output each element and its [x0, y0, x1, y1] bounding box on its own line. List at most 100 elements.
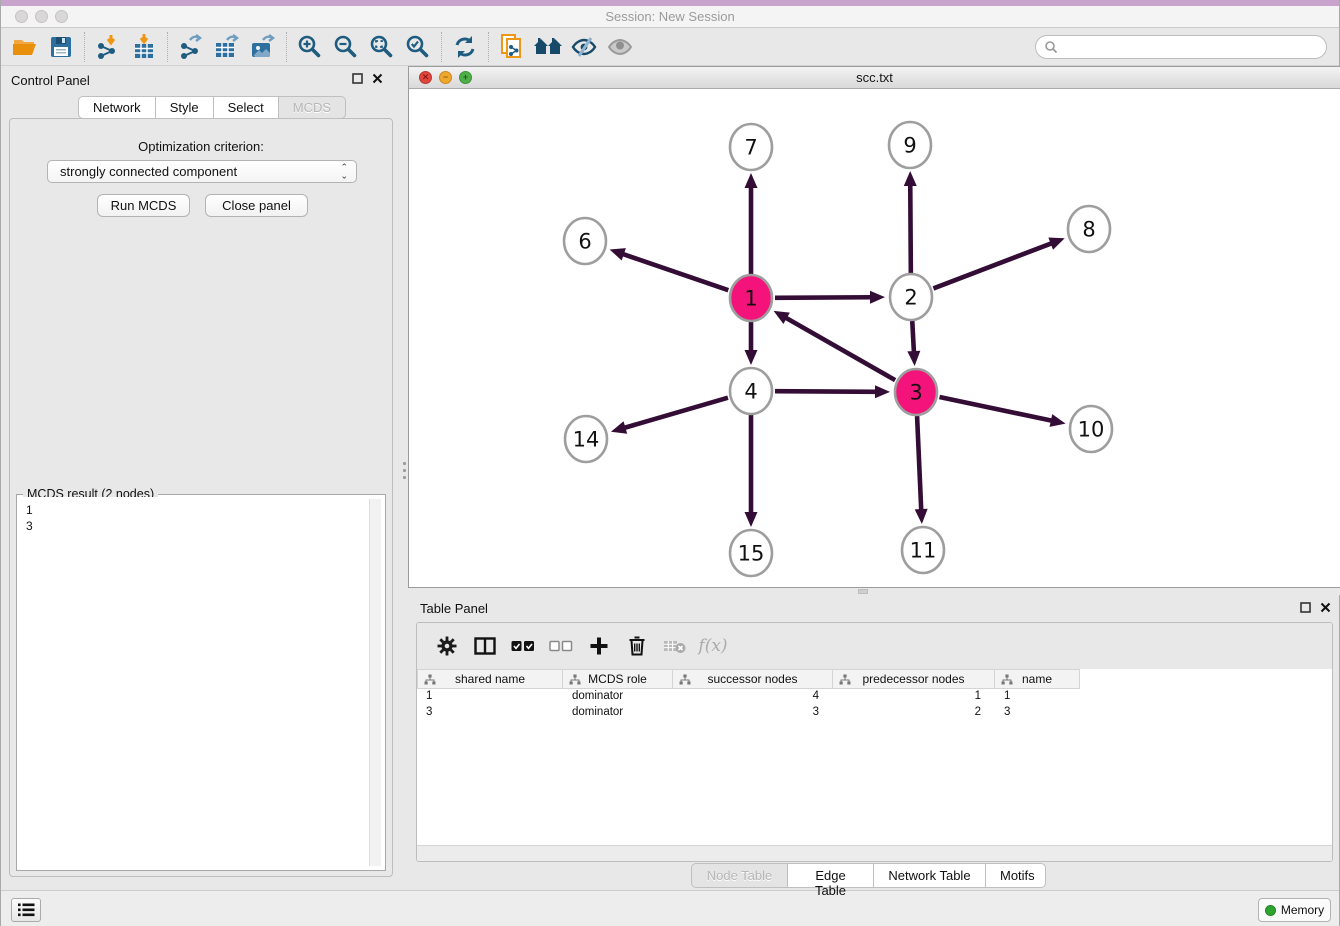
create-column-button[interactable]	[580, 629, 618, 663]
criterion-dropdown[interactable]: strongly connected component ⌃⌃	[47, 160, 357, 183]
table-row[interactable]: 3dominator323	[417, 705, 1332, 721]
duplicate-network-icon	[500, 33, 524, 61]
memory-button[interactable]: Memory	[1258, 898, 1331, 922]
table-cell[interactable]: 3	[995, 705, 1080, 721]
toggle-panes-button[interactable]	[466, 629, 504, 663]
export-table-icon	[213, 34, 241, 60]
delete-table-button[interactable]	[656, 629, 694, 663]
tab-mcds[interactable]: MCDS	[279, 96, 346, 119]
run-mcds-button[interactable]: Run MCDS	[97, 194, 190, 217]
table-cell[interactable]: 1	[417, 689, 563, 705]
result-line: 1	[26, 502, 381, 518]
graph-edge-2-9[interactable]	[910, 184, 911, 273]
import-network-button[interactable]	[90, 31, 126, 63]
tab-style[interactable]: Style	[156, 96, 214, 119]
tab-edge-table[interactable]: Edge Table	[788, 863, 874, 888]
close-panel-icon[interactable]	[372, 73, 383, 84]
export-network-button[interactable]	[173, 31, 209, 63]
close-panel-button[interactable]: Close panel	[205, 194, 308, 217]
open-session-button[interactable]	[7, 31, 43, 63]
graph-node-label: 10	[1078, 417, 1105, 441]
zoom-in-button[interactable]	[292, 31, 328, 63]
table-scrollbar-strip[interactable]	[417, 845, 1332, 861]
table-cell[interactable]: 3	[417, 705, 563, 721]
tab-motifs[interactable]: Motifs	[986, 863, 1046, 888]
float-panel-icon[interactable]	[1300, 602, 1311, 613]
select-all-columns-button[interactable]	[504, 629, 542, 663]
close-panel-icon[interactable]	[1320, 602, 1331, 613]
mcds-result-group: MCDS result (2 nodes) 1 3	[16, 494, 386, 871]
table-toolbar: f(x)	[417, 623, 1332, 669]
graph-node-label: 11	[910, 538, 937, 562]
splitter-handle[interactable]	[403, 462, 406, 483]
column-header-MCDS-role[interactable]: MCDS role	[563, 669, 673, 689]
graph-edge-2-8[interactable]	[933, 243, 1052, 289]
column-header-name[interactable]: name	[995, 669, 1080, 689]
unselect-all-columns-button[interactable]	[542, 629, 580, 663]
function-builder-button[interactable]: f(x)	[694, 629, 732, 663]
tab-network-table[interactable]: Network Table	[874, 863, 986, 888]
zoom-selected-icon	[405, 34, 431, 60]
table-cell[interactable]: 3	[673, 705, 833, 721]
memory-label: Memory	[1281, 903, 1324, 917]
homes-icon	[533, 36, 563, 58]
network-canvas[interactable]: 7968124314101511	[409, 89, 1340, 587]
toolbar-separator	[286, 32, 287, 62]
column-header-predecessor-nodes[interactable]: predecessor nodes	[833, 669, 995, 689]
status-bar: Memory	[1, 890, 1339, 926]
column-header-shared-name[interactable]: shared name	[417, 669, 563, 689]
export-image-button[interactable]	[245, 31, 281, 63]
zoom-out-button[interactable]	[328, 31, 364, 63]
network-window: ✕ − + scc.txt 7968124314101511	[408, 66, 1340, 588]
tab-select[interactable]: Select	[214, 96, 279, 119]
graph-edge-3-10[interactable]	[939, 397, 1052, 421]
node-table-panel: f(x) shared nameMCDS rolesuccessor nodes…	[416, 622, 1333, 862]
horizontal-splitter[interactable]	[408, 588, 1340, 595]
table-cell[interactable]: dominator	[563, 705, 673, 721]
graph-edge-1-2[interactable]	[775, 297, 872, 298]
tab-network[interactable]: Network	[78, 96, 156, 119]
task-history-button[interactable]	[11, 898, 41, 922]
graph-edge-4-3[interactable]	[775, 391, 877, 392]
vertical-splitter[interactable]	[401, 66, 408, 890]
table-row[interactable]: 1dominator411	[417, 689, 1332, 705]
graph-edge-3-11[interactable]	[917, 416, 921, 511]
zoom-in-icon	[297, 34, 323, 60]
table-cell[interactable]: 1	[995, 689, 1080, 705]
graph-edge-4-14[interactable]	[623, 398, 728, 428]
zoom-fit-button[interactable]	[364, 31, 400, 63]
plus-icon	[589, 636, 609, 656]
float-panel-icon[interactable]	[352, 73, 363, 84]
result-scrollbar[interactable]	[369, 499, 381, 866]
graph-edge-3-1[interactable]	[785, 317, 895, 380]
export-table-button[interactable]	[209, 31, 245, 63]
eye-slash-icon	[570, 36, 598, 58]
first-neighbors-button[interactable]	[530, 31, 566, 63]
column-header-successor-nodes[interactable]: successor nodes	[673, 669, 833, 689]
network-window-titlebar[interactable]: ✕ − + scc.txt	[409, 67, 1340, 89]
table-cell[interactable]: dominator	[563, 689, 673, 705]
search-box[interactable]	[1035, 35, 1327, 59]
refresh-button[interactable]	[447, 31, 483, 63]
graph-edge-arrow	[1048, 238, 1064, 250]
search-input[interactable]	[1058, 38, 1326, 56]
save-session-button[interactable]	[43, 31, 79, 63]
table-cell[interactable]: 2	[833, 705, 995, 721]
mcds-result-text[interactable]: 1 3	[19, 497, 383, 868]
toolbar-separator	[84, 32, 85, 62]
splitter-thumb[interactable]	[858, 589, 868, 594]
graph-edge-1-6[interactable]	[622, 254, 728, 291]
show-all-button[interactable]	[602, 31, 638, 63]
open-folder-icon	[12, 36, 38, 58]
tab-node-table[interactable]: Node Table	[691, 863, 788, 888]
toolbar-separator	[488, 32, 489, 62]
import-table-button[interactable]	[126, 31, 162, 63]
table-settings-button[interactable]	[428, 629, 466, 663]
zoom-selected-button[interactable]	[400, 31, 436, 63]
hide-selected-button[interactable]	[566, 31, 602, 63]
table-cell[interactable]: 4	[673, 689, 833, 705]
duplicate-network-button[interactable]	[494, 31, 530, 63]
delete-column-button[interactable]	[618, 629, 656, 663]
table-cell[interactable]: 1	[833, 689, 995, 705]
graph-edge-2-3[interactable]	[912, 321, 914, 353]
